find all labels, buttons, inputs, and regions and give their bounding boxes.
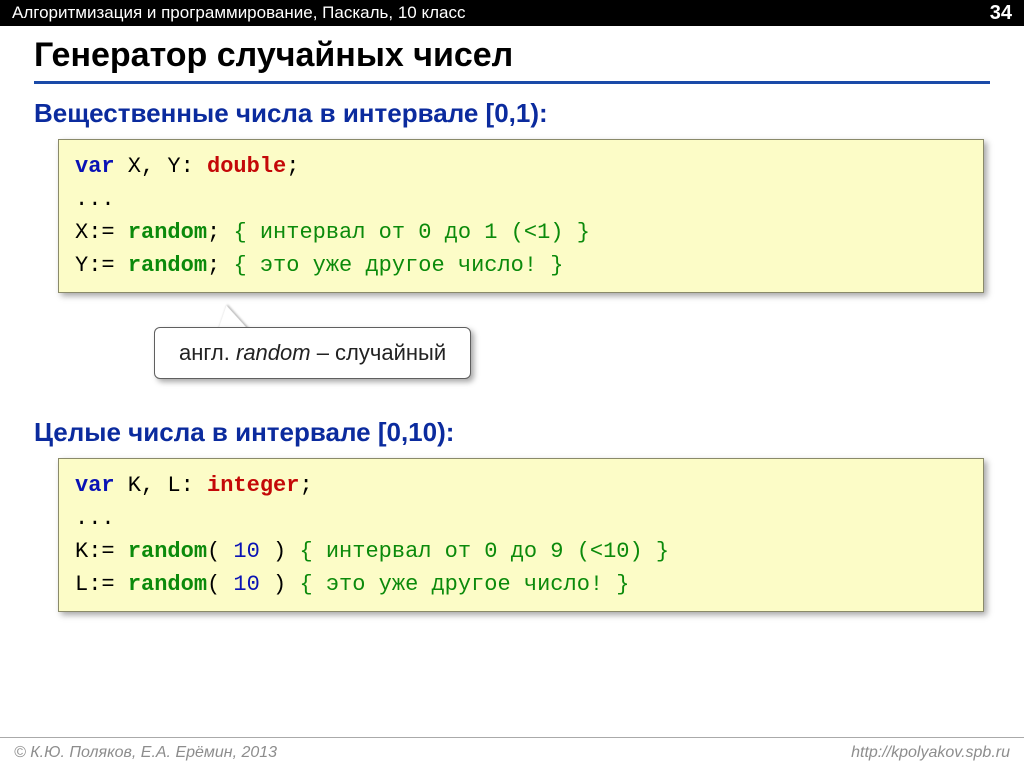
- callout-prefix: англ.: [179, 340, 236, 365]
- code-number: 10: [220, 539, 273, 564]
- footer-url: http://kpolyakov.spb.ru: [851, 744, 1010, 762]
- code-text: ...: [75, 187, 115, 212]
- code-text: (: [207, 572, 220, 597]
- code-text: K:=: [75, 539, 128, 564]
- keyword-fn: random: [128, 220, 207, 245]
- code-comment: { интервал от 0 до 1 (<1) }: [233, 220, 589, 245]
- code-comment: { это уже другое число! }: [233, 253, 563, 278]
- code-text: ;: [286, 154, 299, 179]
- code-block-real: var X, Y: double; ... X:= random; { инте…: [58, 139, 984, 293]
- slide-body: Генератор случайных чисел Вещественные ч…: [0, 26, 1024, 612]
- callout-box: англ. random – случайный: [154, 327, 471, 379]
- keyword-var: var: [75, 154, 115, 179]
- code-text: ;: [207, 220, 233, 245]
- code-text: ): [273, 539, 299, 564]
- code-text: ;: [299, 473, 312, 498]
- code-text: ...: [75, 506, 115, 531]
- section2-heading: Целые числа в интервале [0,10):: [34, 417, 990, 448]
- keyword-type: double: [207, 154, 286, 179]
- keyword-fn: random: [128, 572, 207, 597]
- code-text: X:=: [75, 220, 128, 245]
- section1-heading: Вещественные числа в интервале [0,1):: [34, 98, 990, 129]
- code-comment: { интервал от 0 до 9 (<10) }: [299, 539, 669, 564]
- header-left-text: Алгоритмизация и программирование, Паска…: [12, 3, 465, 23]
- keyword-fn: random: [128, 539, 207, 564]
- code-text: Y:=: [75, 253, 128, 278]
- code-text: ;: [207, 253, 233, 278]
- callout-container: англ. random – случайный: [34, 307, 990, 397]
- code-block-integer: var K, L: integer; ... K:= random( 10 ) …: [58, 458, 984, 612]
- code-number: 10: [220, 572, 273, 597]
- code-text: ): [273, 572, 299, 597]
- page-title: Генератор случайных чисел: [34, 36, 990, 84]
- slide-header: Алгоритмизация и программирование, Паска…: [0, 0, 1024, 26]
- keyword-var: var: [75, 473, 115, 498]
- code-text: K, L:: [115, 473, 207, 498]
- code-comment: { это уже другое число! }: [299, 572, 629, 597]
- callout-suffix: – случайный: [311, 340, 447, 365]
- code-text: X, Y:: [115, 154, 207, 179]
- keyword-type: integer: [207, 473, 299, 498]
- slide-footer: © К.Ю. Поляков, Е.А. Ерёмин, 2013 http:/…: [0, 737, 1024, 767]
- page-number: 34: [990, 2, 1012, 25]
- code-text: (: [207, 539, 220, 564]
- code-text: L:=: [75, 572, 128, 597]
- callout-word: random: [236, 340, 311, 365]
- footer-copyright: © К.Ю. Поляков, Е.А. Ерёмин, 2013: [14, 744, 277, 762]
- keyword-fn: random: [128, 253, 207, 278]
